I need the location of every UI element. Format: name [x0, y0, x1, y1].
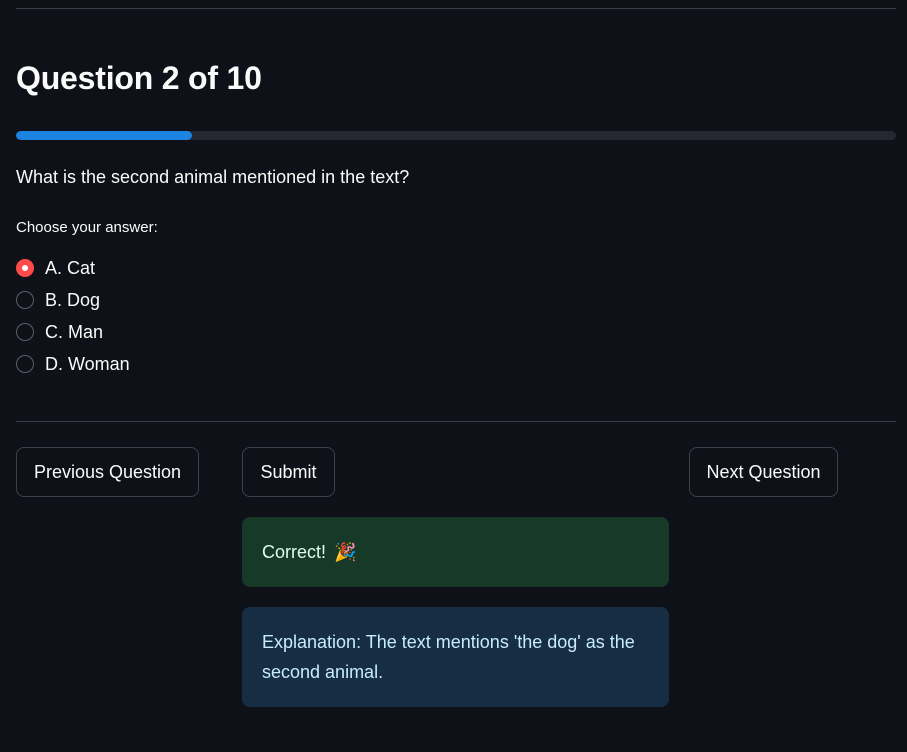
- choose-answer-label: Choose your answer:: [16, 219, 158, 236]
- answer-option-label: D. Woman: [45, 353, 130, 374]
- answer-option-label: C. Man: [45, 321, 104, 342]
- answer-option-b[interactable]: B. Dog: [16, 284, 130, 316]
- answer-option-label: B. Dog: [45, 289, 101, 310]
- quiz-page: Question 2 of 10 What is the second anim…: [0, 0, 907, 752]
- success-alert: Correct! 🎉: [242, 517, 669, 587]
- explanation-alert: Explanation: The text mentions 'the dog'…: [242, 607, 669, 707]
- progress-bar: [16, 131, 896, 140]
- result-text: Correct!: [262, 542, 327, 562]
- answer-option-c[interactable]: C. Man: [16, 316, 130, 348]
- submit-button[interactable]: Submit: [242, 447, 335, 497]
- answer-option-label: A. Cat: [45, 257, 96, 278]
- radio-button[interactable]: [16, 323, 34, 341]
- answer-option-a[interactable]: A. Cat: [16, 252, 130, 284]
- party-popper-icon: 🎉: [334, 542, 357, 562]
- radio-button[interactable]: [16, 259, 34, 277]
- progress-fill: [16, 131, 192, 140]
- next-question-button[interactable]: Next Question: [689, 447, 838, 497]
- radio-button[interactable]: [16, 291, 34, 309]
- previous-question-button[interactable]: Previous Question: [16, 447, 199, 497]
- radio-button[interactable]: [16, 355, 34, 373]
- explanation-text: Explanation: The text mentions 'the dog'…: [262, 632, 635, 682]
- top-divider: [16, 8, 896, 9]
- section-divider: [16, 421, 896, 422]
- question-text: What is the second animal mentioned in t…: [16, 167, 410, 187]
- page-title: Question 2 of 10: [16, 60, 262, 96]
- answer-radio-group: A. Cat B. Dog C. Man D. Woman: [16, 252, 130, 380]
- answer-option-d[interactable]: D. Woman: [16, 348, 130, 380]
